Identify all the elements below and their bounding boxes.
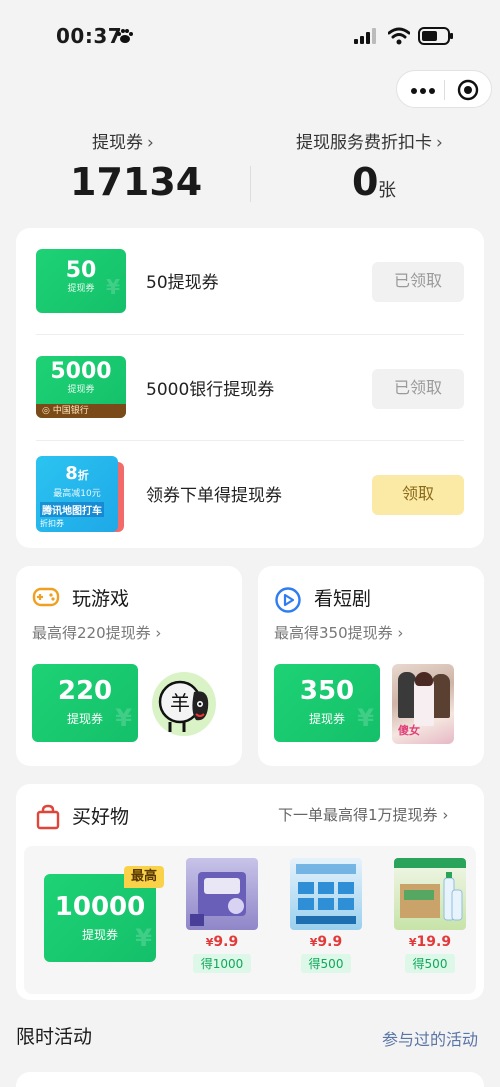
coupon-thumb-brand: 腾讯地图打车 [40, 502, 104, 517]
chevron-right-icon: › [147, 133, 154, 153]
paw-icon [117, 29, 133, 43]
coupon-thumb-label: 最高减10元 [53, 489, 101, 499]
discount-card-label: 提现服务费折扣卡 [296, 133, 432, 153]
claimed-button[interactable]: 已领取 [372, 262, 464, 302]
coupon-title: 50提现券 [146, 273, 219, 293]
poster-title: 傻女 [398, 724, 420, 737]
wifi-icon [388, 27, 410, 45]
bank-name: 中国银行 [52, 406, 89, 416]
discount-card-link[interactable]: 提现服务费折扣卡 › [296, 128, 443, 153]
card-title: 买好物 [72, 806, 130, 828]
battery-icon [418, 27, 453, 45]
coupon-thumb-value: 8折 [65, 463, 89, 484]
play-circle-icon [275, 587, 301, 613]
claimed-button[interactable]: 已领取 [372, 369, 464, 409]
coupon-title: 领券下单得提现券 [146, 486, 282, 506]
section-title: 限时活动 [16, 1026, 93, 1048]
signal-icon [354, 28, 376, 44]
coupon-thumb-tag: 折扣券 [40, 519, 64, 528]
more-dots-icon[interactable] [411, 88, 435, 94]
water-bottle-icon [394, 858, 466, 921]
product-price: ¥19.9 [408, 934, 452, 950]
coupon-balance-link[interactable]: 提现券 › [92, 128, 154, 153]
coupon-row: 50 提现券 ¥ 50提现券 已领取 [16, 228, 484, 334]
max-badge: 最高 [124, 866, 164, 888]
coupon-thumb-value: 5000 [50, 359, 112, 384]
coupon-thumb-label: 提现券 [67, 385, 95, 395]
product-item[interactable]: ¥9.9 得1000 [186, 858, 258, 973]
shopping-bag-icon [36, 804, 60, 830]
product-price: ¥9.9 [309, 934, 343, 950]
joined-activities-link[interactable]: 参与过的活动 [382, 1026, 478, 1050]
product-reward: 得1000 [192, 954, 252, 973]
poster-figure [432, 674, 450, 718]
coupon-row: 5000 提现券 ◎ 中国银行 5000银行提现券 已领取 [36, 334, 464, 440]
svg-text:羊: 羊 [170, 691, 190, 715]
product-price: ¥9.9 [205, 934, 239, 950]
coupon-balance-label: 提现券 [92, 133, 143, 153]
yuan-watermark-icon: ¥ [115, 704, 132, 732]
coupon-thumbnail: 8折 最高减10元 腾讯地图打车 折扣券 [36, 456, 118, 532]
coupon-row: 8折 最高减10元 腾讯地图打车 折扣券 领券下单得提现券 领取 [36, 440, 464, 546]
status-bar: 00:37 [0, 0, 500, 70]
product-reward: 得500 [300, 954, 352, 973]
sheep-game-icon[interactable]: 羊 [150, 670, 220, 738]
drama-poster[interactable]: 傻女 [392, 664, 454, 744]
status-time: 00:37 [56, 24, 123, 48]
product-item[interactable]: ¥9.9 得500 [290, 858, 362, 973]
shop-card: 买好物 下一单最高得1万提现券 › 10000 提现券 ¥ 最高 ¥9.9 得1… [16, 784, 484, 1000]
watch-drama-card[interactable]: 看短剧 最高得350提现券 › 350 提现券 ¥ 傻女 [258, 566, 484, 766]
product-image [394, 858, 466, 930]
claim-button[interactable]: 领取 [372, 475, 464, 515]
coupon-thumbnail: 220 提现券 ¥ [32, 664, 138, 742]
card-title: 看短剧 [314, 588, 372, 610]
yuan-watermark-icon: ¥ [106, 275, 120, 299]
chevron-right-icon: › [436, 133, 443, 153]
coupon-thumbnail: 350 提现券 ¥ [274, 664, 380, 742]
yuan-watermark-icon: ¥ [135, 924, 152, 952]
bank-label: ◎ 中国银行 [36, 404, 126, 418]
shop-product-strip: 10000 提现券 ¥ 最高 ¥9.9 得1000 ¥9.9 得500 ¥19.… [24, 846, 476, 994]
play-games-card[interactable]: 玩游戏 最高得220提现券 › 220 提现券 ¥ 羊 [16, 566, 242, 766]
poster-figure-hair [415, 672, 433, 686]
capsule-divider [444, 80, 445, 100]
product-image [290, 858, 362, 930]
coupon-thumb-value: 10000 [54, 892, 146, 922]
shop-more-link[interactable]: 下一单最高得1万提现券 › [278, 804, 448, 825]
detergent-pack-icon [190, 872, 246, 926]
product-item[interactable]: ¥19.9 得500 [394, 858, 466, 973]
coupon-thumbnail: 5000 提现券 ◎ 中国银行 [36, 356, 126, 418]
coupon-thumb-value: 350 [299, 676, 355, 706]
card-title: 玩游戏 [72, 588, 130, 610]
coupon-thumbnail: 50 提现券 ¥ [36, 249, 126, 313]
discount-card-unit: 张 [378, 180, 396, 201]
card-subtitle[interactable]: 最高得220提现券 › [32, 622, 161, 643]
card-subtitle[interactable]: 最高得350提现券 › [274, 622, 403, 643]
product-image [186, 858, 258, 930]
tissue-pack-icon [296, 864, 356, 924]
product-reward: 得500 [404, 954, 456, 973]
stats-divider [250, 166, 251, 202]
miniprogram-capsule [396, 70, 492, 108]
coupon-list-card: 50 提现券 ¥ 50提现券 已领取 5000 提现券 ◎ 中国银行 5000银… [16, 228, 484, 548]
gamepad-icon [32, 587, 60, 607]
close-target-icon[interactable] [457, 79, 479, 101]
activity-card-peek [16, 1072, 484, 1087]
discount-card-count: 0 [352, 160, 379, 204]
coupon-thumb-value: 220 [57, 676, 113, 706]
coupon-title: 5000银行提现券 [146, 380, 275, 400]
yuan-watermark-icon: ¥ [357, 704, 374, 732]
coupon-balance-count: 17134 [70, 160, 203, 204]
